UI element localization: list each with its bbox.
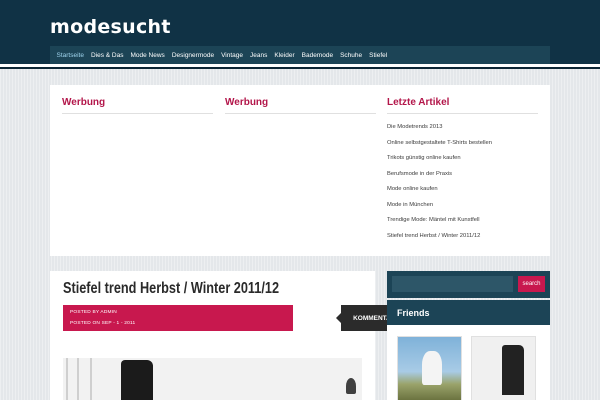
post-author: POSTED BY ADMIN <box>70 310 117 315</box>
nav-item-dies-das[interactable]: Dies & Das <box>87 52 127 59</box>
boot-image <box>502 345 524 395</box>
person-image <box>346 378 356 394</box>
latest-articles-widget: Letzte Artikel Die Modetrends 2013 Onlin… <box>387 97 538 244</box>
image-tree <box>66 358 68 400</box>
latest-article-link[interactable]: Mode online kaufen <box>387 182 538 198</box>
search-input[interactable] <box>392 276 513 292</box>
widget-panel: Werbung Werbung Letzte Artikel Die Modet… <box>50 85 550 256</box>
nav-item-kleider[interactable]: Kleider <box>271 52 298 59</box>
search-button[interactable]: search <box>518 276 545 292</box>
latest-article-link[interactable]: Trendige Mode: Mäntel mit Kunstfell <box>387 213 538 229</box>
nav-item-designermode[interactable]: Designermode <box>168 52 217 59</box>
site-header: modesucht Startseite Dies & Das Mode New… <box>0 0 600 65</box>
latest-article-link[interactable]: Trikots günstig online kaufen <box>387 151 538 167</box>
latest-article-link[interactable]: Die Modetrends 2013 <box>387 120 538 136</box>
dancer-image <box>422 351 442 385</box>
friend-thumbnail[interactable] <box>471 336 536 400</box>
ad-widget-1: Werbung <box>62 97 213 114</box>
header-divider <box>0 64 600 69</box>
nav-item-jeans[interactable]: Jeans <box>247 52 271 59</box>
nav-item-bademode[interactable]: Bademode <box>298 52 336 59</box>
image-tree <box>90 358 92 400</box>
nav-item-mode-news[interactable]: Mode News <box>127 52 168 59</box>
latest-article-link[interactable]: Berufsmode in der Praxis <box>387 167 538 183</box>
post-date: POSTED ON SEP - 1 - 2011 <box>70 321 136 326</box>
post-meta-bar: POSTED BY ADMIN POSTED ON SEP - 1 - 2011 <box>63 305 293 331</box>
post-panel: Stiefel trend Herbst / Winter 2011/12 PO… <box>50 271 412 400</box>
nav-item-stiefel[interactable]: Stiefel <box>366 52 391 59</box>
friends-header: Friends <box>387 300 550 325</box>
main-nav: Startseite Dies & Das Mode News Designer… <box>50 46 550 65</box>
latest-article-link[interactable]: Online selbstgestaltete T-Shirts bestell… <box>387 136 538 152</box>
boot-image <box>121 360 153 400</box>
widget-title: Werbung <box>62 97 213 114</box>
image-tree <box>77 358 79 400</box>
friends-title: Friends <box>397 308 430 318</box>
friend-thumbnail[interactable] <box>397 336 462 400</box>
post-title[interactable]: Stiefel trend Herbst / Winter 2011/12 <box>63 280 279 298</box>
sidebar: search Friends <box>387 271 550 400</box>
latest-articles-list: Die Modetrends 2013 Online selbstgestalt… <box>387 120 538 244</box>
search-widget: search <box>387 271 550 298</box>
nav-item-schuhe[interactable]: Schuhe <box>337 52 366 59</box>
latest-article-link[interactable]: Mode in München <box>387 198 538 214</box>
site-title[interactable]: modesucht <box>50 16 171 38</box>
nav-item-vintage[interactable]: Vintage <box>218 52 247 59</box>
nav-item-startseite[interactable]: Startseite <box>53 52 87 59</box>
widget-title: Werbung <box>225 97 376 114</box>
post-image[interactable] <box>63 358 362 400</box>
widget-title: Letzte Artikel <box>387 97 538 114</box>
friends-gallery <box>387 325 550 400</box>
ad-widget-2: Werbung <box>225 97 376 114</box>
latest-article-link[interactable]: Stiefel trend Herbst / Winter 2011/12 <box>387 229 538 245</box>
